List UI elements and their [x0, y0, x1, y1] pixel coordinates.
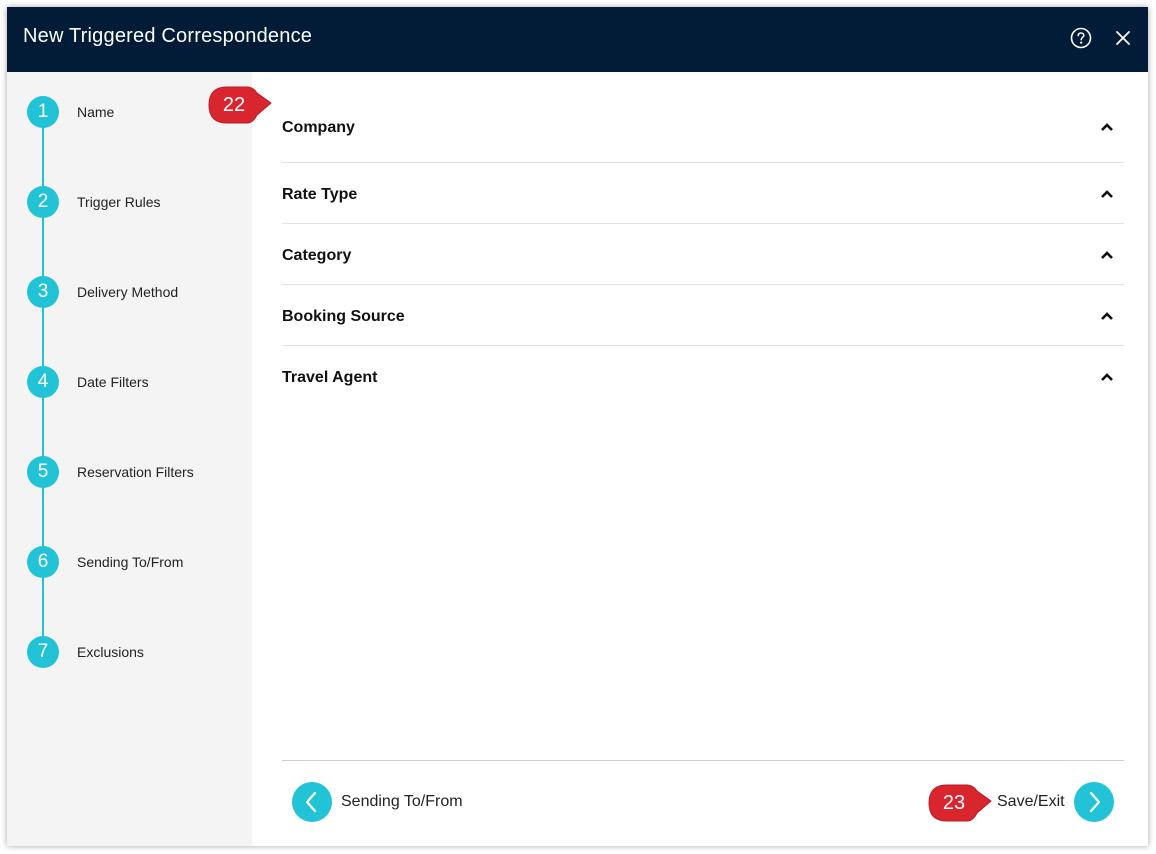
step-label: Reservation Filters [77, 464, 194, 480]
save-exit-button[interactable]: Save/Exit [992, 782, 1114, 822]
chevron-up-icon[interactable] [1100, 122, 1114, 132]
section-booking-source[interactable]: Booking Source [282, 285, 1124, 346]
step-label: Date Filters [77, 374, 149, 390]
step-label: Exclusions [77, 644, 144, 660]
step-label: Delivery Method [77, 284, 179, 300]
section-label: Category [282, 247, 352, 264]
step-number: 1 [27, 96, 59, 128]
step-number: 6 [27, 546, 59, 578]
help-icon[interactable] [1070, 27, 1092, 49]
dialog-title: New Triggered Correspondence [23, 25, 313, 47]
section-label: Company [282, 119, 355, 136]
step-number: 5 [27, 456, 59, 488]
step-sending-to-from[interactable]: 6 Sending To/From [27, 546, 247, 578]
previous-step-label: Sending To/From [341, 793, 463, 810]
section-label: Rate Type [282, 186, 358, 203]
step-date-filters[interactable]: 4 Date Filters [27, 366, 247, 398]
previous-step-button[interactable]: Sending To/From [292, 782, 492, 822]
step-label: Name [77, 104, 115, 120]
step-number: 3 [27, 276, 59, 308]
step-trigger-rules[interactable]: 2 Trigger Rules [27, 186, 247, 218]
section-rate-type[interactable]: Rate Type [282, 163, 1124, 224]
title-bar: New Triggered Correspondence [7, 7, 1148, 72]
chevron-up-icon[interactable] [1100, 311, 1114, 321]
step-number: 2 [27, 186, 59, 218]
callout-marker-23: 23 [927, 783, 993, 823]
chevron-up-icon[interactable] [1100, 250, 1114, 260]
chevron-up-icon[interactable] [1100, 189, 1114, 199]
section-company[interactable]: Company [282, 72, 1124, 163]
step-delivery-method[interactable]: 3 Delivery Method [27, 276, 247, 308]
step-reservation-filters[interactable]: 5 Reservation Filters [27, 456, 247, 488]
callout-marker-22: 22 [207, 85, 273, 125]
step-label: Trigger Rules [77, 194, 161, 210]
section-category[interactable]: Category [282, 224, 1124, 285]
callout-number: 23 [942, 792, 966, 814]
save-exit-label: Save/Exit [997, 793, 1065, 810]
dialog: New Triggered Correspondence 1 Name 2 Tr… [7, 7, 1148, 846]
chevron-right-icon[interactable] [1074, 782, 1114, 822]
step-number: 7 [27, 636, 59, 668]
section-travel-agent[interactable]: Travel Agent [282, 346, 1124, 406]
filter-sections: Company Rate Type Category Booking Sourc… [282, 72, 1124, 406]
footer-divider [282, 760, 1124, 761]
callout-number: 22 [222, 94, 246, 116]
step-exclusions[interactable]: 7 Exclusions [27, 636, 247, 668]
step-number: 4 [27, 366, 59, 398]
wizard-steps-sidebar: 1 Name 2 Trigger Rules 3 Delivery Method… [7, 72, 252, 846]
section-label: Travel Agent [282, 369, 378, 386]
close-icon[interactable] [1113, 28, 1133, 48]
chevron-left-icon[interactable] [292, 782, 332, 822]
step-label: Sending To/From [77, 554, 184, 570]
section-label: Booking Source [282, 308, 405, 325]
chevron-up-icon[interactable] [1100, 372, 1114, 382]
